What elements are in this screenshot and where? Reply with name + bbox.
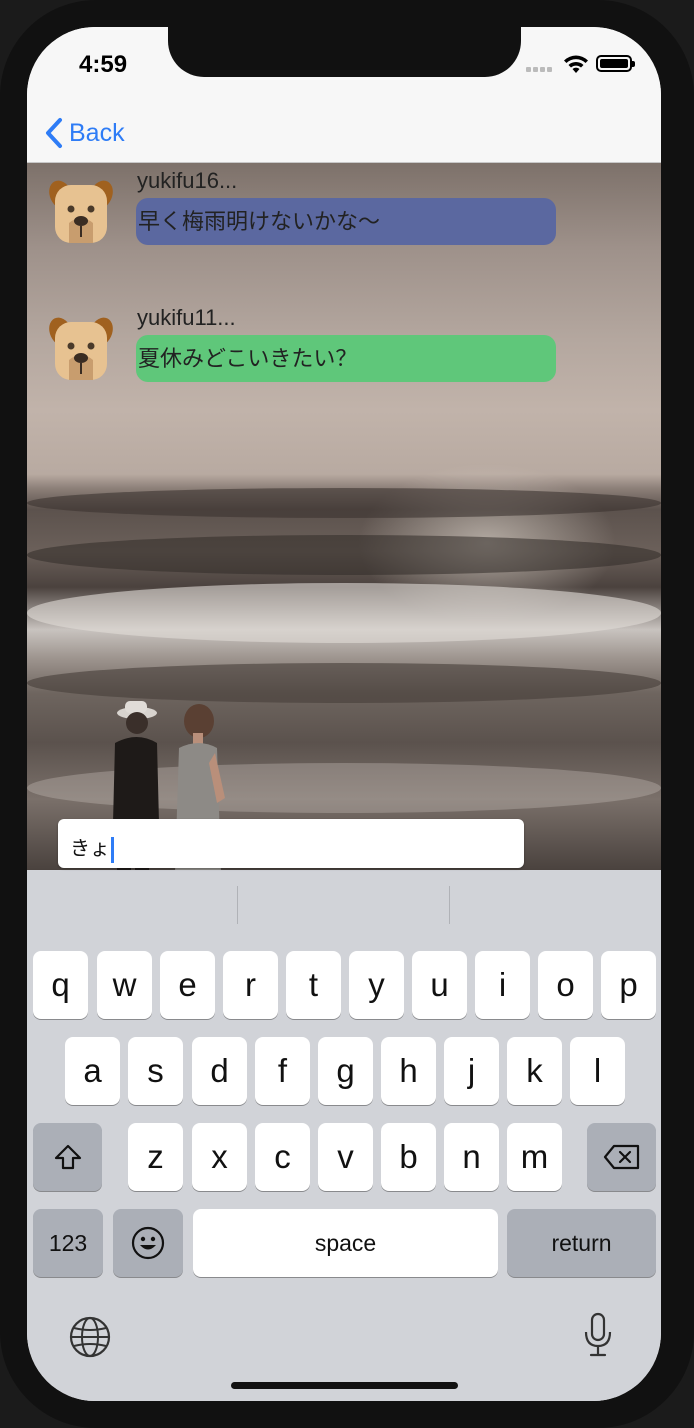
key-c[interactable]: c — [255, 1123, 310, 1191]
suggestion-bar[interactable] — [27, 870, 661, 950]
message-sender: yukifu11... — [137, 305, 236, 330]
wifi-icon — [564, 55, 588, 73]
globe-icon[interactable] — [69, 1316, 111, 1358]
key-j[interactable]: j — [444, 1037, 499, 1105]
message-input-text: きょ — [70, 832, 114, 863]
key-f[interactable]: f — [255, 1037, 310, 1105]
status-time: 4:59 — [79, 51, 128, 78]
screen: 4:59 Back yukifu16... 早く梅雨明けないかな〜 yukifu… — [27, 27, 661, 1401]
key-h[interactable]: h — [381, 1037, 436, 1105]
key-a[interactable]: a — [65, 1037, 120, 1105]
suggestion-divider — [237, 886, 238, 924]
key-l[interactable]: l — [570, 1037, 625, 1105]
key-b[interactable]: b — [381, 1123, 436, 1191]
suggestion-divider — [449, 886, 450, 924]
delete-key[interactable] — [587, 1123, 656, 1191]
message-input[interactable]: きょ — [58, 819, 524, 868]
cellular-signal-icon — [526, 62, 556, 72]
dog-avatar-icon — [49, 180, 113, 243]
key-x[interactable]: x — [192, 1123, 247, 1191]
shift-key[interactable] — [33, 1123, 102, 1191]
key-z[interactable]: z — [128, 1123, 183, 1191]
shift-arrow-icon — [54, 1144, 81, 1170]
key-u[interactable]: u — [412, 951, 467, 1019]
key-v[interactable]: v — [318, 1123, 373, 1191]
key-g[interactable]: g — [318, 1037, 373, 1105]
key-o[interactable]: o — [538, 951, 593, 1019]
chat-area[interactable]: yukifu16... 早く梅雨明けないかな〜 yukifu11... 夏休みど… — [27, 163, 661, 870]
backspace-icon — [603, 1144, 639, 1170]
background-wave — [27, 535, 661, 575]
key-k[interactable]: k — [507, 1037, 562, 1105]
back-button[interactable]: Back — [45, 113, 125, 153]
back-label: Back — [69, 118, 125, 147]
background-wave — [27, 583, 661, 643]
key-s[interactable]: s — [128, 1037, 183, 1105]
key-d[interactable]: d — [192, 1037, 247, 1105]
message-bubble: 夏休みどこいきたい？ — [136, 335, 556, 382]
dog-avatar-icon — [49, 317, 113, 380]
navigation-bar: Back — [27, 103, 661, 163]
space-key[interactable]: space — [193, 1209, 498, 1277]
key-e[interactable]: e — [160, 951, 215, 1019]
microphone-icon[interactable] — [582, 1312, 614, 1358]
key-t[interactable]: t — [286, 951, 341, 1019]
battery-icon — [596, 55, 635, 72]
key-r[interactable]: r — [223, 951, 278, 1019]
keyboard: q w e r t y u i o p a s d f g h j k l z … — [27, 870, 661, 1401]
return-key[interactable]: return — [507, 1209, 656, 1277]
notch — [168, 27, 521, 77]
key-q[interactable]: q — [33, 951, 88, 1019]
text-caret — [111, 836, 114, 863]
emoji-icon — [131, 1226, 165, 1260]
key-w[interactable]: w — [97, 951, 152, 1019]
key-i[interactable]: i — [475, 951, 530, 1019]
home-indicator[interactable] — [231, 1382, 458, 1389]
key-y[interactable]: y — [349, 951, 404, 1019]
key-m[interactable]: m — [507, 1123, 562, 1191]
numbers-key[interactable]: 123 — [33, 1209, 103, 1277]
emoji-key[interactable] — [113, 1209, 183, 1277]
key-n[interactable]: n — [444, 1123, 499, 1191]
chevron-left-icon — [46, 118, 62, 148]
key-p[interactable]: p — [601, 951, 656, 1019]
message-sender: yukifu16... — [137, 168, 238, 193]
message-bubble: 早く梅雨明けないかな〜 — [136, 198, 556, 245]
background-wave — [27, 488, 661, 518]
